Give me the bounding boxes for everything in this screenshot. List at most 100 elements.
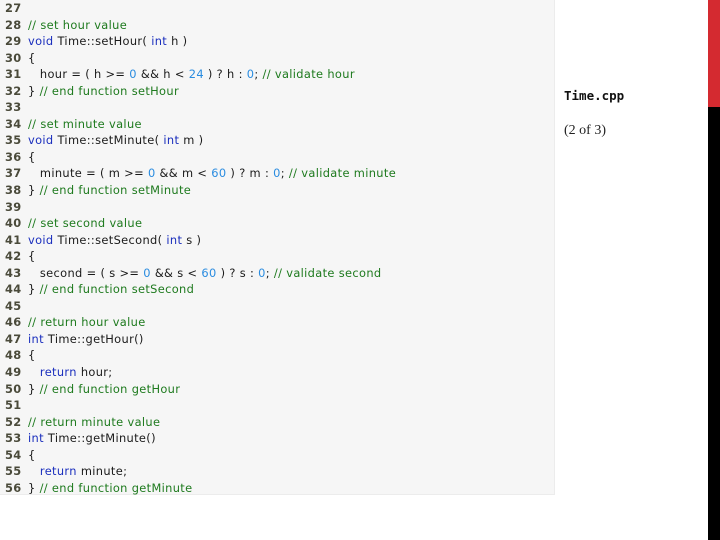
- code-text: }: [27, 83, 40, 98]
- line-number: 53: [5, 431, 22, 446]
- code-text: hour = ( h >=: [27, 67, 130, 82]
- code-keyword: void: [27, 232, 54, 247]
- code-comment: // return hour value: [27, 315, 146, 330]
- code-text: {: [27, 447, 36, 462]
- code-comment: // set hour value: [27, 17, 128, 32]
- line-number: 52: [5, 414, 22, 429]
- code-line: 40 // set second value: [5, 215, 396, 232]
- line-number: 44: [5, 282, 22, 297]
- code-text: {: [27, 249, 36, 264]
- code-text: && h <: [136, 67, 189, 82]
- code-line: 47 int Time::getHour(): [5, 331, 396, 348]
- code-comment: // end function setHour: [39, 83, 179, 98]
- code-number: 0: [143, 265, 151, 280]
- code-text: }: [27, 480, 40, 495]
- code-comment: // validate hour: [262, 67, 355, 82]
- code-text: Time::setSecond(: [53, 232, 167, 247]
- code-line: 52 // return minute value: [5, 414, 396, 431]
- code-line: 27: [5, 0, 396, 17]
- line-number: 54: [5, 447, 22, 462]
- line-number: 56: [5, 480, 22, 495]
- code-text: h ): [167, 34, 188, 49]
- code-text: Time::setHour(: [53, 34, 152, 49]
- accent-strip-red: [708, 0, 720, 107]
- code-line: 53 int Time::getMinute(): [5, 430, 396, 447]
- code-keyword: int: [27, 331, 44, 346]
- code-comment: // set minute value: [27, 116, 142, 131]
- line-number: 50: [5, 381, 22, 396]
- code-line: 46 // return hour value: [5, 314, 396, 331]
- line-number: 38: [5, 183, 22, 198]
- line-number: 29: [5, 34, 22, 49]
- code-keyword: int: [27, 431, 44, 446]
- code-line: 41 void Time::setSecond( int s ): [5, 232, 396, 249]
- code-line: 49 return hour;: [5, 364, 396, 381]
- code-text: }: [27, 183, 40, 198]
- code-text: ) ? h :: [203, 67, 247, 82]
- code-number: 60: [211, 166, 227, 181]
- code-line: 43 second = ( s >= 0 && s < 60 ) ? s : 0…: [5, 265, 396, 282]
- code-line: 32 } // end function setHour: [5, 83, 396, 100]
- code-text: second = ( s >=: [27, 265, 144, 280]
- code-text: minute = ( m >=: [27, 166, 148, 181]
- code-keyword: int: [163, 133, 180, 148]
- code-text: {: [27, 50, 36, 65]
- line-number: 39: [5, 199, 22, 214]
- code-line: 36 {: [5, 149, 396, 166]
- code-line: 28 // set hour value: [5, 17, 396, 34]
- code-line: 38 } // end function setMinute: [5, 182, 396, 199]
- code-number: 60: [201, 265, 217, 280]
- code-number: 0: [129, 67, 137, 82]
- code-lines: 27 28 // set hour value 29 void Time::set…: [5, 0, 396, 496]
- line-number: 40: [5, 216, 22, 231]
- code-comment: // end function setMinute: [39, 183, 192, 198]
- line-number: 51: [5, 398, 22, 413]
- code-line: 33: [5, 99, 396, 116]
- code-line: 48 {: [5, 347, 396, 364]
- line-number: 41: [5, 232, 22, 247]
- code-number: 0: [258, 265, 266, 280]
- code-comment: // validate second: [273, 265, 382, 280]
- code-comment: // validate minute: [288, 166, 397, 181]
- code-line: 30 {: [5, 50, 396, 67]
- code-text: ) ? m :: [226, 166, 274, 181]
- code-text: m ): [179, 133, 204, 148]
- code-text: ;: [265, 265, 274, 280]
- line-number: 48: [5, 348, 22, 363]
- line-number: 34: [5, 116, 22, 131]
- line-number: 43: [5, 265, 22, 280]
- line-number: 31: [5, 67, 22, 82]
- line-number: 28: [5, 17, 22, 32]
- code-comment: // return minute value: [27, 414, 161, 429]
- line-number: 27: [5, 1, 22, 15]
- code-text: && s <: [150, 265, 202, 280]
- line-number: 32: [5, 83, 22, 98]
- code-keyword: int: [151, 34, 168, 49]
- line-number: 42: [5, 249, 22, 264]
- line-number: 55: [5, 464, 22, 479]
- code-text: Time::setMinute(: [53, 133, 164, 148]
- line-number: 36: [5, 149, 22, 164]
- code-line: 56 } // end function getMinute: [5, 480, 396, 497]
- code-text: Time::getMinute(): [43, 431, 156, 446]
- code-line: 54 {: [5, 447, 396, 464]
- code-text: && m <: [155, 166, 212, 181]
- code-line: 37 minute = ( m >= 0 && m < 60 ) ? m : 0…: [5, 165, 396, 182]
- code-line: 42 {: [5, 248, 396, 265]
- code-line: 55 return minute;: [5, 463, 396, 480]
- code-keyword: return: [39, 365, 77, 380]
- code-text: minute;: [76, 464, 128, 479]
- code-line: 39: [5, 199, 396, 216]
- line-number: 35: [5, 133, 22, 148]
- code-text: {: [27, 348, 36, 363]
- code-comment: // end function setSecond: [39, 282, 195, 297]
- code-text: }: [27, 282, 40, 297]
- part-indicator-label: (2 of 3): [564, 123, 606, 138]
- code-number: 0: [147, 166, 156, 181]
- code-text: ) ? s :: [216, 265, 259, 280]
- code-line: 29 void Time::setHour( int h ): [5, 33, 396, 50]
- line-number: 47: [5, 331, 22, 346]
- code-line: 51: [5, 397, 396, 414]
